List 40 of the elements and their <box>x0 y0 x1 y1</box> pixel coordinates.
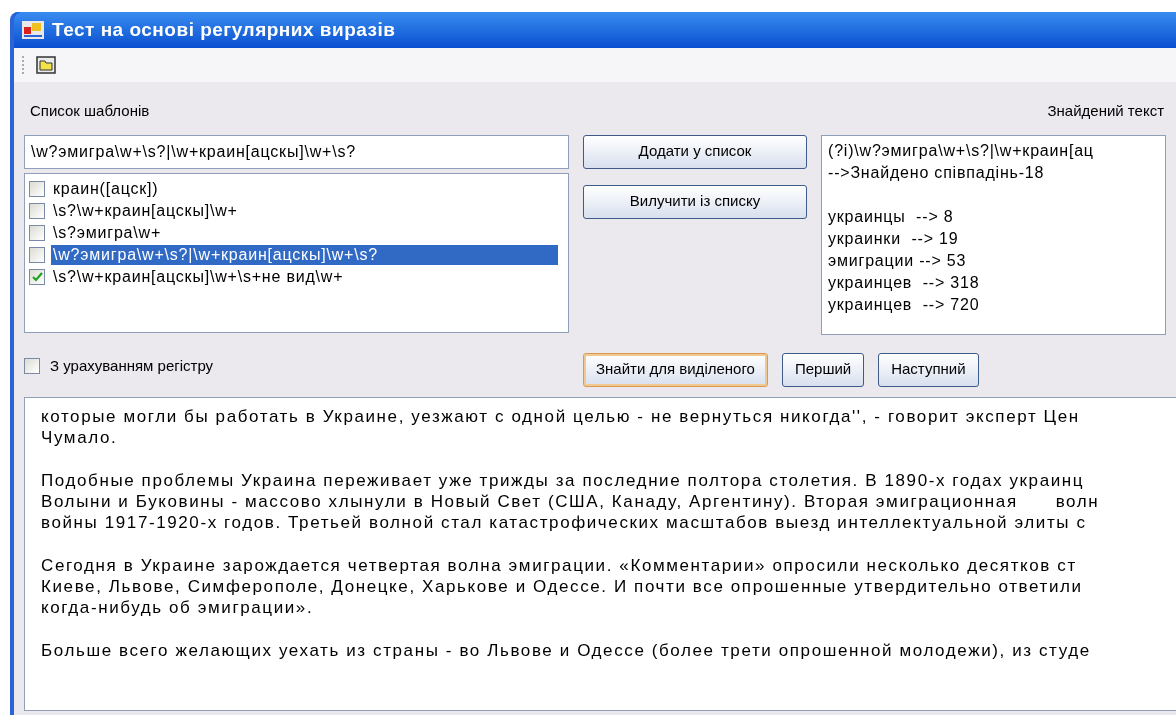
checkbox[interactable] <box>29 246 45 263</box>
action-button[interactable]: Перший <box>781 352 865 387</box>
template-item[interactable]: краин([ацск]) <box>51 178 161 199</box>
checkbox[interactable] <box>29 268 45 285</box>
checkbox[interactable] <box>29 224 45 241</box>
text-line: Киеве, Львове, Симферополе, Донецке, Харькове и Одессе. И почти все опрошенные утвердительно ответили <box>41 575 1084 597</box>
found-text-label: Знайдений текст <box>1047 101 1164 121</box>
checkbox[interactable] <box>24 357 40 374</box>
text-line: Подобные проблемы Украина переживает уже трижды за последние полтора столетия. В 1890-х годах украинц <box>41 469 1086 491</box>
text-line: Чумало. <box>41 426 119 448</box>
checkbox[interactable] <box>29 180 45 197</box>
found-result-line: украинки --> 19 <box>828 228 960 249</box>
checkbox[interactable] <box>29 202 45 219</box>
text-line: Сегодня в Украине зарождается четвертая волна эмиграции. «Комментарии» опросили несколько десятков ст <box>41 554 1078 576</box>
text-line: когда-нибудь об эмиграции». <box>41 596 315 618</box>
pattern-input[interactable]: \w?эмигра\w+\s?|\w+краин[ацскы]\w+\s? <box>24 134 569 169</box>
template-list-label: Список шаблонів <box>29 101 151 121</box>
found-result-line: украинцев --> 318 <box>828 272 981 293</box>
open-folder-icon[interactable] <box>36 56 56 74</box>
text-line: которые могли бы работать в Украине, уезжают с одной целью - не вернуться никогда'', - говорит эксперт Цен <box>41 405 1081 427</box>
found-result-line: эмиграции --> 53 <box>828 250 968 271</box>
found-text-line: -->Знайдено співпадінь-18 <box>828 162 1046 183</box>
text-line: Волыни и Буковины - массово хлынули в Новый Свет (США, Канаду, Аргентину). Вторая эмиграционная волн <box>41 490 1101 512</box>
template-item[interactable]: \w?эмигра\w+\s?|\w+краин[ацскы]\w+\s? <box>51 244 558 265</box>
list-button[interactable]: Додати у список <box>583 134 807 169</box>
text-line: войны 1917-1920-х годов. Третьей волной стал катастрофических масштабов выезд интеллектуальной элиты с <box>41 511 1088 533</box>
checkmark-icon <box>31 271 43 282</box>
text-line: Больше всего желающих уехать из страны - во Львове и Одессе (более трети опрошенной молодежи), из студе <box>41 639 1092 661</box>
found-text-line: (?i)\w?эмигра\w+\s?|\w+краин[ац <box>828 140 1095 161</box>
action-button[interactable]: Знайти для виділеного <box>583 352 768 387</box>
app-icon <box>22 21 44 39</box>
found-result-line: украинцы --> 8 <box>828 206 955 227</box>
window-title: Тест на основі регулярних виразів <box>52 17 396 42</box>
template-item[interactable]: \s?\w+краин[ацскы]\w+\s+не вид\w+ <box>51 266 346 287</box>
list-button[interactable]: Вилучити із списку <box>583 184 807 219</box>
template-item[interactable]: \s?эмигра\w+ <box>51 222 164 243</box>
case-sensitive-label: З урахуванням регістру <box>50 355 214 376</box>
found-result-line: украинцев --> 720 <box>828 294 981 315</box>
template-item[interactable]: \s?\w+краин[ацскы]\w+ <box>51 200 240 221</box>
action-button[interactable]: Наступний <box>878 352 979 387</box>
